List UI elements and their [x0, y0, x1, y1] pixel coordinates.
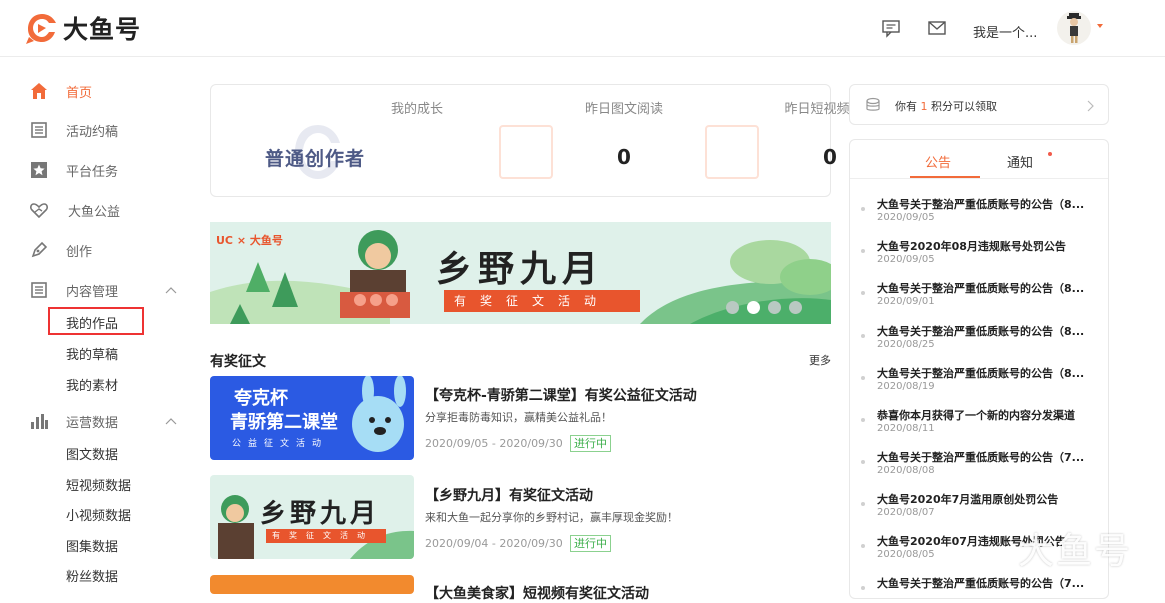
promo-banner[interactable]: UC × 大鱼号 乡野九月 有奖征文活动 [210, 222, 831, 324]
fish-logo-icon [26, 14, 56, 44]
chevron-up-icon[interactable] [165, 286, 177, 294]
activity-date: 2020/09/05 - 2020/09/30 [425, 437, 563, 450]
username[interactable]: 我是一个... [973, 22, 1037, 41]
activity-thumb[interactable] [210, 575, 414, 594]
top-header: 大鱼号 我是一个... [0, 0, 1165, 57]
activity-desc: 分享拒毒防毒知识，赢精美公益礼品！ [425, 411, 612, 424]
chevron-right-icon[interactable] [1086, 100, 1094, 112]
sidebar: 首页 活动约稿 平台任务 大鱼公益 创作 内容管理 我的作品 我的草稿 我的素材… [0, 57, 195, 594]
sidebar-item-create[interactable]: 创作 [0, 238, 195, 262]
sidebar-item-operation-data[interactable]: 运营数据 [0, 409, 195, 433]
sidebar-item-tasks[interactable]: 平台任务 [0, 158, 195, 182]
banner-strip: 有奖征文活动 [444, 290, 640, 312]
thumb-strip: 有奖征文活动 [266, 529, 386, 543]
carousel-dot[interactable] [726, 301, 739, 314]
activity-title[interactable]: 【乡野九月】有奖征文活动 [425, 485, 593, 505]
home-icon [31, 83, 47, 99]
sidebar-item-content-management[interactable]: 内容管理 [0, 278, 195, 302]
activity-date: 2020/09/04 - 2020/09/30 [425, 537, 563, 550]
sidebar-sub-drafts[interactable]: 我的草稿 [66, 344, 118, 363]
activity-thumb[interactable]: 乡野九月 有奖征文活动 [210, 475, 414, 559]
chevron-up-icon[interactable] [165, 417, 177, 425]
banner-partner: UC × 大鱼号 [216, 234, 283, 247]
thumb-line1: 乡野九月 [260, 499, 381, 529]
avatar-figure-icon [1067, 13, 1081, 43]
carousel-dot[interactable] [789, 301, 802, 314]
my-works-highlight-box [48, 307, 144, 335]
pen-icon [31, 241, 48, 258]
tab-announcements[interactable]: 公告 [925, 152, 951, 171]
list-icon [31, 282, 47, 298]
sidebar-sub-short-video-data[interactable]: 短视频数据 [66, 475, 131, 494]
tab-notifications[interactable]: 通知 [1007, 152, 1033, 171]
banner-title: 乡野九月 [436, 248, 605, 290]
activity-desc: 来和大鱼一起分享你的乡野村记，赢丰厚现金奖励！ [425, 511, 678, 524]
carousel-dots [726, 301, 802, 314]
sidebar-item-activity[interactable]: 活动约稿 [0, 118, 195, 142]
sidebar-item-charity[interactable]: 大鱼公益 [0, 198, 195, 222]
activity-title[interactable]: 【大鱼美食家】短视频有奖征文活动 [425, 583, 649, 603]
article-read-value: 0 [617, 145, 631, 169]
status-badge: 进行中 [570, 535, 611, 552]
star-icon [31, 162, 47, 178]
points-bar[interactable]: 你有 1 积分可以领取 [849, 84, 1109, 125]
avatar[interactable] [1057, 11, 1091, 45]
heart-hands-icon [30, 203, 48, 219]
sidebar-sub-materials[interactable]: 我的素材 [66, 375, 118, 394]
status-badge: 进行中 [570, 435, 611, 452]
coins-icon [866, 97, 880, 111]
user-menu-caret-icon[interactable] [1097, 24, 1103, 28]
document-icon [31, 122, 47, 138]
activity-thumb[interactable]: 夸克杯 青骄第二课堂 公益征文活动 [210, 376, 414, 460]
brand-name: 大鱼号 [63, 15, 142, 44]
logo[interactable]: 大鱼号 [26, 10, 141, 46]
thumb-strip: 公益征文活动 [232, 439, 329, 449]
article-read-title: 昨日图文阅读 [584, 102, 663, 117]
more-link[interactable]: 更多 [809, 352, 831, 368]
sidebar-item-home[interactable]: 首页 [0, 79, 195, 103]
growth-level: 普通创作者 [265, 148, 366, 170]
mail-icon[interactable] [927, 18, 947, 38]
growth-title: 我的成长 [390, 102, 443, 117]
carousel-dot[interactable] [768, 301, 781, 314]
watermark: 大鱼号 [1018, 531, 1133, 572]
chart-icon [31, 414, 48, 429]
sidebar-sub-article-data[interactable]: 图文数据 [66, 444, 118, 463]
section-title: 有奖征文 [210, 354, 266, 370]
sidebar-sub-small-video-data[interactable]: 小视频数据 [66, 505, 131, 524]
message-icon[interactable] [881, 18, 901, 38]
points-text: 你有 1 积分可以领取 [895, 100, 997, 113]
sidebar-sub-gallery-data[interactable]: 图集数据 [66, 536, 118, 555]
tab-divider [850, 178, 1108, 179]
stats-panel: 我的成长 普通创作者 昨日图文阅读 0 昨日短视频播放 0 [210, 84, 876, 197]
thumb-line2: 青骄第二课堂 [230, 412, 338, 433]
activity-title[interactable]: 【夸克杯-青骄第二课堂】有奖公益征文活动 [425, 385, 697, 405]
carousel-dot-active[interactable] [747, 301, 760, 314]
sidebar-sub-fans-data[interactable]: 粉丝数据 [66, 566, 118, 585]
unread-dot [1048, 152, 1052, 156]
thumb-line1: 夸克杯 [234, 388, 288, 409]
